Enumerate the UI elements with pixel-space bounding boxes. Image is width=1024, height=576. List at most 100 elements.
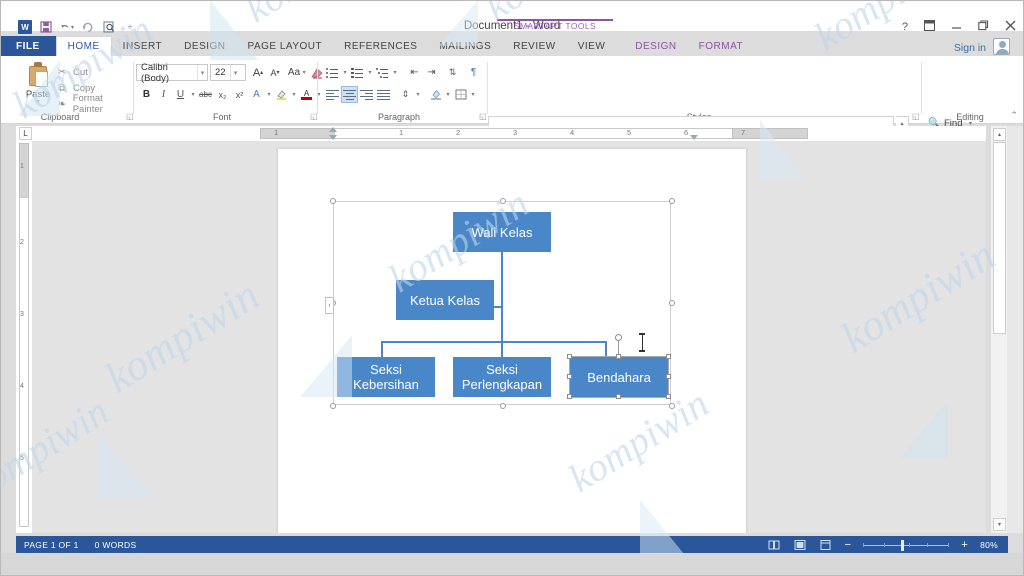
shrink-font-button[interactable]: A ▾ (267, 64, 283, 81)
tab-mailings[interactable]: MAILINGS (428, 36, 502, 56)
text-pane-expand-button[interactable]: ‹ (325, 297, 334, 314)
smartart-node-bendahara[interactable]: Bendahara (569, 356, 669, 398)
cut-button[interactable]: ✂ Cut (56, 64, 134, 80)
font-format-buttons[interactable]: B I U ▾ abc x₂ x² A ▾ ▾ A ▾ (138, 86, 323, 103)
font-name-combo[interactable]: Calibri (Body) ▾ (136, 62, 208, 84)
shape-handle-top-center[interactable] (616, 354, 621, 359)
multilevel-list-icon[interactable] (374, 64, 391, 81)
zoom-slider[interactable] (863, 539, 950, 551)
status-right[interactable]: − + 80% (767, 539, 998, 551)
scrollbar-thumb[interactable] (993, 142, 1006, 334)
multilevel-caret[interactable]: ▾ (391, 69, 399, 76)
shape-handle-top-left[interactable] (567, 354, 572, 359)
tab-file[interactable]: FILE (0, 36, 56, 56)
grow-font-button[interactable]: A ▴ (250, 64, 266, 81)
bullets-icon[interactable] (324, 64, 341, 81)
hanging-indent-marker[interactable] (329, 135, 337, 140)
tab-references[interactable]: REFERENCES (333, 36, 428, 56)
shape-handle-middle-left[interactable] (567, 374, 572, 379)
document-canvas[interactable]: Wali Kelas Ketua Kelas Seksi Kebersihan … (32, 141, 986, 533)
zoom-in-button[interactable]: + (961, 539, 968, 551)
first-line-indent-marker[interactable] (329, 127, 337, 132)
borders-caret[interactable]: ▾ (469, 91, 477, 98)
paragraph-row-1[interactable]: ▾ ▾ ▾ ⇤ ⇥ ⇅ ¶ (324, 64, 482, 81)
tab-design[interactable]: DESIGN (173, 36, 236, 56)
tab-view[interactable]: VIEW (567, 36, 617, 56)
vertical-scrollbar[interactable]: ▴ ▾ (990, 126, 1007, 533)
smartart-handle-bottom-right[interactable] (669, 403, 675, 409)
line-spacing-caret[interactable]: ▾ (414, 91, 422, 98)
increase-indent-icon[interactable]: ⇥ (423, 64, 440, 81)
smartart-handle-top-center[interactable] (500, 198, 506, 204)
vertical-ruler[interactable]: 1 2 3 4 5 (16, 141, 32, 533)
smartart-node-wali-kelas[interactable]: Wali Kelas (453, 212, 551, 252)
scroll-up-icon[interactable]: ▴ (993, 128, 1006, 141)
shape-handle-bottom-center[interactable] (616, 394, 621, 399)
paragraph-row-2[interactable]: ⇕ ▾ ▾ ▾ (324, 86, 477, 103)
page-indicator[interactable]: PAGE 1 OF 1 (24, 540, 79, 550)
tab-stop-selector[interactable]: L (19, 127, 32, 140)
smartart-handle-top-left[interactable] (330, 198, 336, 204)
italic-button[interactable]: I (155, 86, 172, 103)
tab-smartart-format[interactable]: FORMAT (688, 36, 754, 56)
ribbon-display-options-icon[interactable] (924, 20, 935, 34)
align-center-icon[interactable] (341, 86, 358, 103)
collapse-ribbon-icon[interactable]: ⌃ (1010, 110, 1018, 121)
status-bar[interactable]: PAGE 1 OF 1 0 WORDS − + 80% (16, 536, 1008, 553)
numbering-icon[interactable] (349, 64, 366, 81)
line-spacing-icon[interactable]: ⇕ (397, 86, 414, 103)
shape-handle-bottom-right[interactable] (666, 394, 671, 399)
zoom-slider-knob[interactable] (901, 539, 905, 551)
smartart-handle-bottom-center[interactable] (500, 403, 506, 409)
strikethrough-button[interactable]: abc (197, 86, 214, 103)
smartart-node-seksi-kebersihan[interactable]: Seksi Kebersihan (337, 357, 435, 397)
smartart-handle-bottom-left[interactable] (330, 403, 336, 409)
print-layout-icon[interactable] (793, 539, 807, 551)
styles-dialog-launcher[interactable]: ◱ (912, 112, 920, 121)
decrease-indent-icon[interactable]: ⇤ (406, 64, 423, 81)
underline-button[interactable]: U (172, 86, 189, 103)
font-size-combo[interactable]: 22 ▾ (210, 64, 246, 81)
text-effects-caret[interactable]: ▾ (265, 91, 273, 98)
highlight-icon[interactable] (273, 86, 290, 103)
smartart-handle-middle-right[interactable] (669, 300, 675, 306)
scroll-down-icon[interactable]: ▾ (993, 518, 1006, 531)
document-page[interactable]: Wali Kelas Ketua Kelas Seksi Kebersihan … (277, 148, 747, 533)
horizontal-ruler[interactable]: 1 1 2 3 4 5 6 7 (16, 126, 986, 141)
sort-icon[interactable]: ⇅ (444, 64, 461, 81)
format-painter-button[interactable]: ❧ Format Painter (56, 93, 134, 115)
shape-handle-top-right[interactable] (666, 354, 671, 359)
smartart-handle-top-right[interactable] (669, 198, 675, 204)
numbering-caret[interactable]: ▾ (366, 69, 374, 76)
shading-icon[interactable] (427, 86, 444, 103)
underline-dropdown-caret[interactable]: ▾ (189, 91, 197, 98)
tab-insert[interactable]: INSERT (112, 36, 174, 56)
bold-button[interactable]: B (138, 86, 155, 103)
chevron-down-icon[interactable]: ▾ (196, 65, 207, 80)
show-formatting-marks-icon[interactable]: ¶ (465, 64, 482, 81)
text-effects-icon[interactable]: A (248, 86, 265, 103)
zoom-level[interactable]: 80% (980, 540, 998, 550)
shading-caret[interactable]: ▾ (444, 91, 452, 98)
paragraph-dialog-launcher[interactable]: ◱ (479, 112, 487, 121)
chevron-down-icon[interactable]: ▾ (229, 65, 241, 80)
read-mode-icon[interactable] (767, 539, 781, 551)
close-icon[interactable] (1005, 20, 1016, 34)
word-count[interactable]: 0 WORDS (95, 540, 137, 550)
smartart-graphic[interactable]: Wali Kelas Ketua Kelas Seksi Kebersihan … (325, 198, 675, 409)
change-case-button[interactable]: Aa ▾ (286, 64, 310, 81)
tab-review[interactable]: REVIEW (502, 36, 566, 56)
right-indent-marker[interactable] (690, 135, 698, 140)
highlight-caret[interactable]: ▾ (290, 91, 298, 98)
shape-handle-middle-right[interactable] (666, 374, 671, 379)
shape-handle-bottom-left[interactable] (567, 394, 572, 399)
smartart-node-ketua-kelas[interactable]: Ketua Kelas (396, 280, 494, 320)
smartart-node-seksi-perlengkapan[interactable]: Seksi Perlengkapan (453, 357, 551, 397)
align-left-icon[interactable] (324, 86, 341, 103)
font-color-icon[interactable]: A (298, 86, 315, 103)
tab-home[interactable]: HOME (55, 36, 112, 56)
borders-icon[interactable] (452, 86, 469, 103)
paste-dropdown-caret[interactable]: ▾ (18, 99, 58, 105)
subscript-button[interactable]: x₂ (214, 86, 231, 103)
zoom-out-button[interactable]: − (845, 539, 852, 551)
